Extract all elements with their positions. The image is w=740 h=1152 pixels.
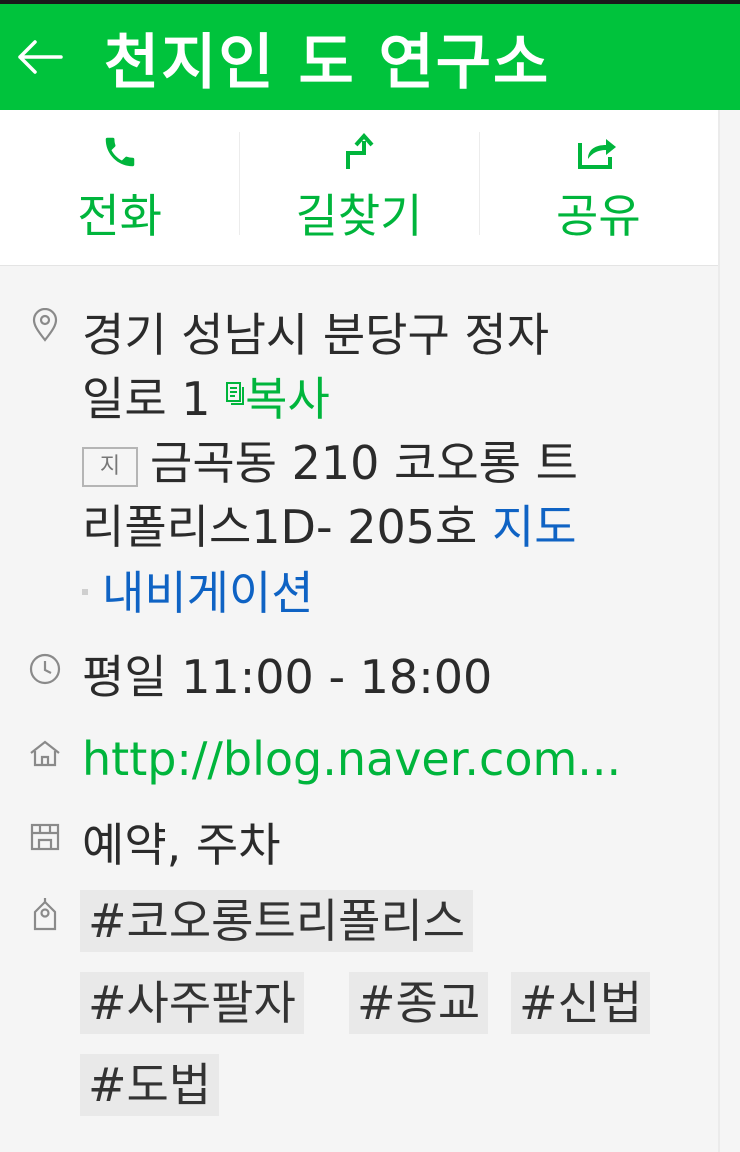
tag-chip[interactable]: #도법 [80, 1054, 220, 1116]
jibun-line2-wrap: 리폴리스1D- 205호 지도 [82, 496, 577, 558]
action-bar: 전화 길찾기 공유 [0, 110, 718, 266]
clock-icon [28, 652, 62, 686]
address-line1: 경기 성남시 분당구 정자 [82, 308, 550, 362]
page-title: 천지인 도 연구소 [104, 27, 551, 98]
app-header: 천지인 도 연구소 [0, 0, 740, 110]
map-link[interactable]: 지도 [492, 500, 577, 554]
jibun-badge: 지 [82, 447, 138, 487]
navigation-wrap: 내비게이션 [82, 562, 314, 624]
services-text: 예약, 주차 [82, 818, 281, 872]
right-divider [718, 110, 720, 1152]
share-icon [576, 130, 620, 174]
directions-arrow-icon [342, 130, 376, 174]
tag-chip[interactable]: #코오롱트리폴리스 [80, 890, 474, 952]
back-button[interactable] [0, 4, 80, 110]
homepage-link[interactable]: http://blog.naver.com... [82, 728, 621, 790]
separator-dot [82, 589, 88, 595]
store-icon [28, 820, 62, 854]
call-button[interactable]: 전화 [0, 110, 239, 265]
jibun-line1: 금곡동 210 코오롱 트 [150, 436, 578, 490]
back-arrow-icon [18, 40, 63, 74]
directions-label: 길찾기 [295, 188, 423, 243]
address-line2-wrap: 일로 1 복사 [82, 368, 330, 430]
copy-icon [226, 382, 245, 405]
copy-label: 복사 [245, 372, 330, 426]
jibun-line2: 리폴리스1D- 205호 [82, 500, 478, 554]
business-hours: 평일 11:00 - 18:00 [82, 650, 493, 704]
tag-chip[interactable]: #사주팔자 [80, 972, 304, 1034]
navigation-link[interactable]: 내비게이션 [102, 566, 314, 620]
directions-button[interactable]: 길찾기 [239, 110, 478, 265]
share-label: 공유 [556, 188, 641, 243]
copy-button[interactable]: 복사 [225, 372, 330, 426]
phone-icon [101, 130, 139, 174]
home-icon [28, 736, 62, 770]
location-pin-icon [28, 308, 62, 342]
jibun-line1-wrap: 지 금곡동 210 코오롱 트 [82, 432, 578, 494]
share-button[interactable]: 공유 [478, 110, 718, 265]
tag-icon [28, 898, 62, 932]
tag-chip[interactable]: #신법 [511, 972, 651, 1034]
tag-chip[interactable]: #종교 [349, 972, 489, 1034]
call-label: 전화 [77, 188, 162, 243]
address-line2: 일로 1 [82, 372, 211, 426]
